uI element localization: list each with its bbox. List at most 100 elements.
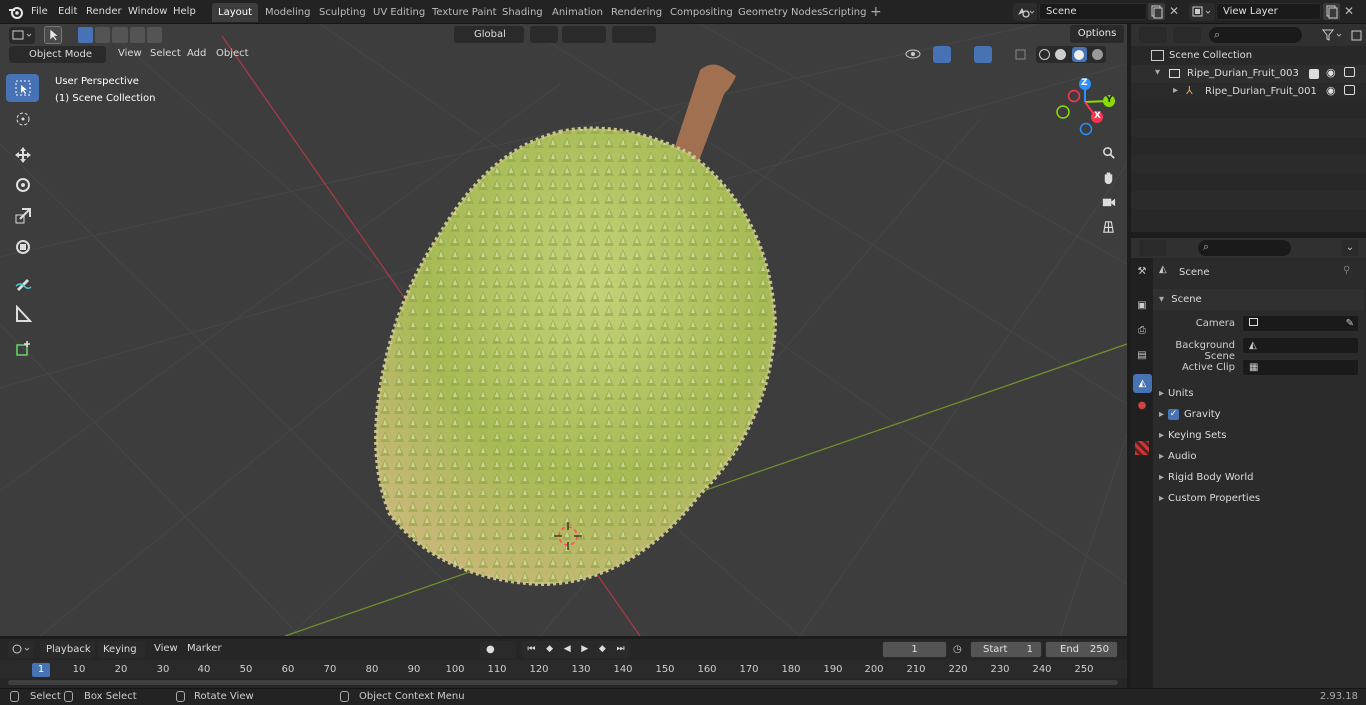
menu-window[interactable]: Window (128, 4, 167, 20)
camera-icon[interactable] (1344, 85, 1355, 95)
object-mode-dropdown[interactable]: Object Mode (9, 46, 106, 63)
menu-file[interactable]: File (31, 4, 48, 20)
transform-orientation-dropdown[interactable]: Global (454, 26, 524, 43)
camera-icon[interactable] (1344, 67, 1355, 77)
intersect-selection-icon[interactable] (146, 27, 163, 43)
jump-end-icon[interactable]: ⏭ (616, 641, 624, 658)
invert-selection-icon[interactable] (129, 27, 145, 43)
end-frame-field[interactable]: End 250 (1045, 641, 1118, 658)
wireframe-shading-icon[interactable] (1038, 49, 1050, 60)
properties-editor-type-icon[interactable] (1139, 240, 1167, 256)
tool-tab-icon[interactable]: ⚒ (1134, 266, 1150, 282)
tab-rendering[interactable]: Rendering (605, 3, 668, 22)
solid-shading-icon[interactable] (1055, 49, 1067, 60)
record-button[interactable]: ● (480, 641, 516, 658)
blender-logo-icon[interactable] (8, 4, 24, 20)
play-icon[interactable]: ▶ (581, 641, 588, 658)
pan-hand-icon[interactable] (1097, 166, 1119, 188)
background-scene-field[interactable]: ◭ (1242, 337, 1359, 354)
clock-icon[interactable]: ◷ (953, 641, 969, 658)
new-collection-icon[interactable] (1350, 27, 1364, 43)
gizmo-toggle-icon[interactable] (933, 46, 951, 63)
pin-icon[interactable]: ⚲ (1343, 265, 1350, 276)
cursor-tool[interactable] (6, 105, 39, 133)
current-frame-field[interactable]: 1 (882, 641, 947, 658)
perspective-toggle-icon[interactable] (1097, 215, 1119, 237)
options-dropdown[interactable]: Options (1070, 25, 1124, 43)
playback-menu[interactable]: Playback (40, 641, 95, 658)
viewport-menu-select[interactable]: Select (150, 46, 181, 62)
viewport-menu-add[interactable]: Add (187, 46, 206, 62)
eye-icon[interactable]: ◉ (1326, 84, 1336, 97)
expand-arrow-icon[interactable]: ▸ (1173, 85, 1178, 96)
display-mode-icon[interactable] (1173, 27, 1201, 43)
visibility-icon[interactable] (902, 46, 930, 63)
editor-type-icon[interactable] (9, 27, 35, 44)
transform-tool[interactable] (6, 233, 39, 261)
properties-options-icon[interactable]: ⌄ (1341, 240, 1359, 256)
filter-icon[interactable] (1319, 27, 1347, 43)
rotate-tool[interactable] (6, 171, 39, 199)
outliner-search-input[interactable]: ⌕ (1209, 27, 1302, 43)
timeline-editor-type-icon[interactable] (8, 641, 34, 658)
select-box-tool[interactable] (6, 74, 39, 102)
snap-icon[interactable] (562, 26, 606, 43)
rigid-body-world-panel-header[interactable]: ▸ Rigid Body World (1153, 467, 1364, 488)
texture-tab-icon[interactable] (1135, 441, 1149, 455)
outliner-row-durian-003[interactable]: ▾ Ripe_Durian_Fruit_003 ◉ (1131, 65, 1366, 83)
new-scene-icon[interactable] (1148, 3, 1165, 20)
camera-view-icon[interactable] (1097, 190, 1119, 212)
select-mode-icon[interactable] (44, 26, 62, 44)
keying-menu[interactable]: Keying (98, 641, 145, 658)
zoom-icon[interactable] (1097, 141, 1119, 163)
timeline-scrollbar[interactable] (8, 680, 1118, 685)
durian-fruit[interactable] (374, 126, 778, 587)
navigation-gizmo[interactable]: Z Y X (1052, 74, 1122, 144)
add-cube-tool[interactable] (6, 335, 39, 363)
next-keyframe-icon[interactable]: ◆ (599, 641, 606, 658)
audio-panel-header[interactable]: ▸ Audio (1153, 446, 1364, 467)
delete-view-layer-icon[interactable]: ✕ (1342, 3, 1356, 20)
view-layer-tab-icon[interactable]: ▤ (1134, 350, 1150, 366)
tab-uv-editing[interactable]: UV Editing (367, 3, 431, 22)
camera-field[interactable]: ✎ (1242, 315, 1359, 332)
scene-name-field[interactable]: Scene (1039, 3, 1147, 20)
tab-compositing[interactable]: Compositing (664, 3, 739, 22)
scene-tab-icon[interactable]: ◭ (1133, 374, 1152, 393)
custom-properties-panel-header[interactable]: ▸ Custom Properties (1153, 488, 1364, 509)
active-clip-field[interactable]: ▦ (1242, 359, 1359, 376)
render-tab-icon[interactable]: ▣ (1134, 300, 1150, 316)
view-layer-selector-icon[interactable] (1189, 3, 1215, 21)
xray-toggle-icon[interactable] (1014, 46, 1028, 63)
overlay-toggle-icon[interactable] (974, 46, 992, 63)
tab-sculpting[interactable]: Sculpting (313, 3, 372, 22)
outliner-row-scene-collection[interactable]: Scene Collection (1131, 47, 1366, 65)
outliner-editor-type-icon[interactable] (1139, 27, 1167, 43)
scale-tool[interactable] (6, 202, 39, 230)
world-tab-icon[interactable]: ● (1134, 400, 1150, 416)
menu-help[interactable]: Help (173, 4, 196, 20)
move-tool[interactable] (6, 141, 39, 169)
proportional-editing-icon[interactable] (612, 26, 656, 43)
tab-scripting[interactable]: Scripting (816, 3, 872, 22)
subtract-selection-icon[interactable] (112, 27, 128, 43)
tab-layout[interactable]: Layout (212, 3, 258, 22)
play-reverse-icon[interactable]: ◀ (564, 641, 571, 658)
output-tab-icon[interactable]: ⎙ (1134, 325, 1150, 341)
keying-sets-panel-header[interactable]: ▸ Keying Sets (1153, 425, 1364, 446)
menu-edit[interactable]: Edit (58, 4, 77, 20)
viewport-menu-object[interactable]: Object (216, 46, 249, 62)
new-view-layer-icon[interactable] (1323, 3, 1340, 20)
scene-selector-icon[interactable] (1013, 3, 1037, 21)
rendered-shading-icon[interactable] (1092, 49, 1104, 60)
gravity-panel-header[interactable]: ▸ ✓ Gravity (1153, 404, 1364, 425)
properties-search-input[interactable]: ⌕ (1198, 240, 1291, 256)
exclude-checkbox-icon[interactable] (1309, 69, 1319, 79)
eye-icon[interactable]: ◉ (1326, 66, 1336, 79)
start-frame-field[interactable]: Start 1 (970, 641, 1042, 658)
tab-texture-paint[interactable]: Texture Paint (426, 3, 503, 22)
material-preview-shading-icon[interactable] (1071, 47, 1087, 62)
measure-tool[interactable] (6, 300, 39, 328)
units-panel-header[interactable]: ▸ Units (1153, 383, 1364, 404)
eyedropper-icon[interactable]: ✎ (1346, 316, 1354, 331)
